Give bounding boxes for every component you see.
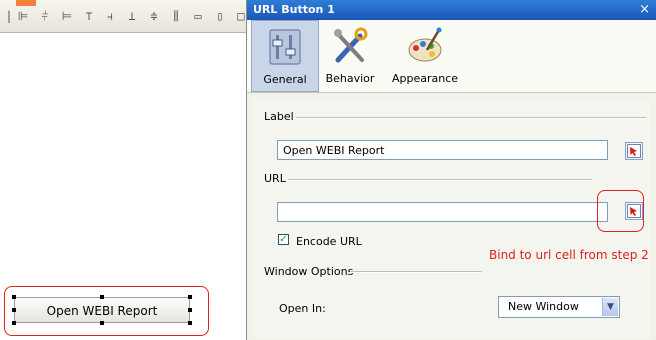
selection-handle[interactable] <box>12 321 16 325</box>
align-left-icon[interactable]: ⊫ <box>16 9 30 23</box>
annotation-text: Bind to url cell from step 2 <box>489 248 649 262</box>
tab-label: General <box>263 73 307 86</box>
panel-titlebar[interactable]: URL Button 1 × <box>247 0 656 20</box>
section-divider <box>350 271 482 273</box>
separator-icon: | <box>5 9 13 23</box>
distribute-horizontal-icon[interactable]: ⫼ <box>169 9 183 23</box>
align-top-icon[interactable]: ⊤ <box>82 9 96 23</box>
section-divider <box>288 179 592 181</box>
selection-handle[interactable] <box>100 295 104 299</box>
tab-label: Appearance <box>391 72 459 85</box>
panel-title: URL Button 1 <box>253 3 335 16</box>
align-bottom-icon[interactable]: ⊥ <box>125 9 139 23</box>
align-middle-icon[interactable]: ⫞ <box>103 9 117 23</box>
tab-label: Behavior <box>325 72 375 85</box>
design-canvas[interactable]: | ⊫ ⫩ ⊨ ⊤ ⫞ ⊥ ≑ ⫼ ▭ ▯ □ Open WEBI Report <box>0 0 246 340</box>
encode-url-checkbox[interactable]: ✓ <box>278 234 289 245</box>
paint-palette-icon <box>405 26 445 69</box>
callout-highlight-frame <box>597 190 644 232</box>
distribute-vertical-icon[interactable]: ≑ <box>147 9 161 23</box>
selection-handle[interactable] <box>188 295 192 299</box>
tab-bar: General Behavior Appearance <box>247 20 656 93</box>
same-width-icon[interactable]: ▭ <box>191 9 205 23</box>
alignment-toolbar: | ⊫ ⫩ ⊨ ⊤ ⫞ ⊥ ≑ ⫼ ▭ ▯ □ <box>0 0 246 33</box>
align-right-icon[interactable]: ⊨ <box>60 9 74 23</box>
tools-icon <box>330 26 370 69</box>
open-in-label: Open In: <box>279 302 326 315</box>
open-in-value: New Window <box>508 300 579 313</box>
open-in-dropdown[interactable]: New Window ▼ <box>498 296 620 318</box>
selection-handle[interactable] <box>188 308 192 312</box>
sliders-icon <box>265 27 305 70</box>
tab-appearance[interactable]: Appearance <box>389 20 461 92</box>
canvas-url-button[interactable]: Open WEBI Report <box>14 297 190 323</box>
align-center-icon[interactable]: ⫩ <box>38 9 52 23</box>
label-text-input[interactable] <box>277 140 608 160</box>
color-swatch-icon[interactable] <box>16 0 36 6</box>
selection-handle[interactable] <box>188 321 192 325</box>
label-section-heading: Label <box>264 110 294 123</box>
label-bind-button[interactable] <box>625 142 643 160</box>
encode-url-label[interactable]: Encode URL <box>296 235 362 248</box>
tab-general[interactable]: General <box>251 20 319 92</box>
tab-behavior[interactable]: Behavior <box>321 20 379 92</box>
cell-selector-icon <box>627 144 641 158</box>
url-section-heading: URL <box>264 172 286 185</box>
selection-handle[interactable] <box>12 308 16 312</box>
chevron-down-icon[interactable]: ▼ <box>602 298 618 316</box>
selection-handle[interactable] <box>100 321 104 325</box>
close-icon[interactable]: × <box>639 2 650 17</box>
window-options-heading: Window Options <box>264 265 354 278</box>
same-height-icon[interactable]: ▯ <box>213 9 227 23</box>
url-text-input[interactable] <box>277 202 608 222</box>
selection-handle[interactable] <box>12 295 16 299</box>
section-divider <box>296 117 646 119</box>
